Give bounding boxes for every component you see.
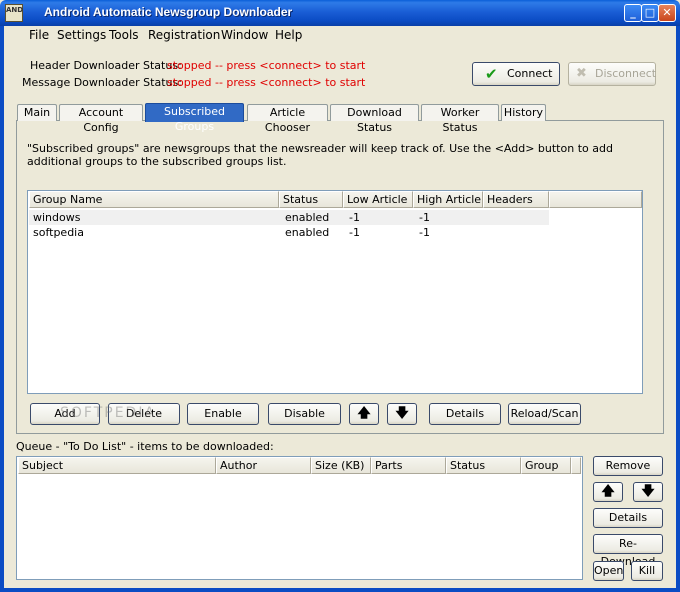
open-button[interactable]: Open: [593, 561, 624, 581]
column-header-size[interactable]: Size (KB): [311, 457, 371, 474]
queue-move-up-button[interactable]: 🡅: [593, 482, 623, 502]
move-up-button[interactable]: 🡅: [349, 403, 379, 425]
redownload-button[interactable]: Re-Download: [593, 534, 663, 568]
table-row[interactable]: windows enabled -1 -1: [29, 210, 549, 225]
arrow-up-icon: 🡅: [357, 406, 371, 421]
minimize-button[interactable]: _: [624, 4, 642, 22]
tab-subscribed-groups[interactable]: Subscribed Groups: [145, 103, 244, 133]
disconnect-label: Disconnect: [595, 67, 657, 80]
connect-button[interactable]: ✔ Connect: [472, 62, 560, 86]
menu-file[interactable]: File: [29, 28, 49, 42]
arrow-down-icon: 🡇: [641, 484, 655, 499]
message-status-value: stopped -- press <connect> to start: [167, 76, 366, 89]
queue-move-down-button[interactable]: 🡇: [633, 482, 663, 502]
tab-history[interactable]: History: [501, 104, 546, 121]
tab-main[interactable]: Main: [17, 104, 57, 121]
column-header-headers[interactable]: Headers: [483, 191, 549, 208]
column-header-queue-status[interactable]: Status: [446, 457, 521, 474]
menu-tools[interactable]: Tools: [109, 28, 139, 42]
window-frame-bottom: [0, 588, 680, 592]
tab-account-config[interactable]: Account Config: [59, 104, 143, 134]
tab-article-chooser[interactable]: Article Chooser: [247, 104, 328, 134]
menu-help[interactable]: Help: [275, 28, 302, 42]
reload-scan-button[interactable]: Reload/Scan: [508, 403, 581, 425]
menu-bar: File Settings Tools Registration Window …: [4, 26, 676, 46]
column-header-blank[interactable]: [549, 191, 642, 208]
cell-group-name: softpedia: [33, 226, 84, 239]
column-header-subject[interactable]: Subject: [18, 457, 216, 474]
column-header-group-name[interactable]: Group Name: [29, 191, 279, 208]
title-bar: AND Android Automatic Newsgroup Download…: [0, 0, 680, 26]
remove-button[interactable]: Remove: [593, 456, 663, 476]
close-button[interactable]: ✕: [658, 4, 676, 22]
column-header-extra[interactable]: [571, 457, 581, 474]
cell-low-article: -1: [349, 226, 360, 239]
window-frame-left: [0, 26, 4, 592]
x-icon: ✖: [576, 66, 587, 81]
column-header-group[interactable]: Group: [521, 457, 571, 474]
cell-status: enabled: [285, 226, 330, 239]
column-header-parts[interactable]: Parts: [371, 457, 446, 474]
description-text: "Subscribed groups" are newsgroups that …: [27, 142, 613, 168]
queue-list[interactable]: Subject Author Size (KB) Parts Status Gr…: [16, 456, 583, 580]
groups-list[interactable]: Group Name Status Low Article High Artic…: [27, 190, 643, 394]
column-header-status[interactable]: Status: [279, 191, 343, 208]
disable-button[interactable]: Disable: [268, 403, 341, 425]
move-down-button[interactable]: 🡇: [387, 403, 417, 425]
group-details-button[interactable]: Details: [429, 403, 501, 425]
header-status-label: Header Downloader Status:: [30, 59, 182, 72]
table-row[interactable]: softpedia enabled -1 -1: [29, 225, 549, 240]
tab-download-status[interactable]: Download Status: [330, 104, 419, 134]
maximize-button[interactable]: □: [641, 4, 659, 22]
menu-settings[interactable]: Settings: [57, 28, 106, 42]
queue-details-button[interactable]: Details: [593, 508, 663, 528]
disconnect-button[interactable]: ✖ Disconnect: [568, 62, 656, 86]
app-icon: AND: [5, 4, 23, 22]
cell-status: enabled: [285, 211, 330, 224]
kill-button[interactable]: Kill: [631, 561, 663, 581]
cell-low-article: -1: [349, 211, 360, 224]
cell-group-name: windows: [33, 211, 81, 224]
connect-label: Connect: [507, 67, 553, 80]
window-frame-right: [676, 26, 680, 592]
arrow-down-icon: 🡇: [395, 406, 409, 421]
header-status-value: stopped -- press <connect> to start: [167, 59, 366, 72]
tab-worker-status[interactable]: Worker Status: [421, 104, 499, 134]
enable-button[interactable]: Enable: [187, 403, 259, 425]
cell-high-article: -1: [419, 211, 430, 224]
menu-window[interactable]: Window: [221, 28, 268, 42]
window-title: Android Automatic Newsgroup Downloader: [44, 5, 293, 19]
watermark: SOFTPEDIA: [60, 405, 157, 421]
menu-registration[interactable]: Registration: [148, 28, 220, 42]
arrow-up-icon: 🡅: [601, 484, 615, 499]
column-header-low-article[interactable]: Low Article: [343, 191, 413, 208]
column-header-author[interactable]: Author: [216, 457, 311, 474]
queue-label: Queue - "To Do List" - items to be downl…: [16, 440, 274, 453]
checkmark-icon: ✔: [485, 65, 498, 83]
message-status-label: Message Downloader Status:: [22, 76, 182, 89]
column-header-high-article[interactable]: High Article: [413, 191, 483, 208]
cell-high-article: -1: [419, 226, 430, 239]
